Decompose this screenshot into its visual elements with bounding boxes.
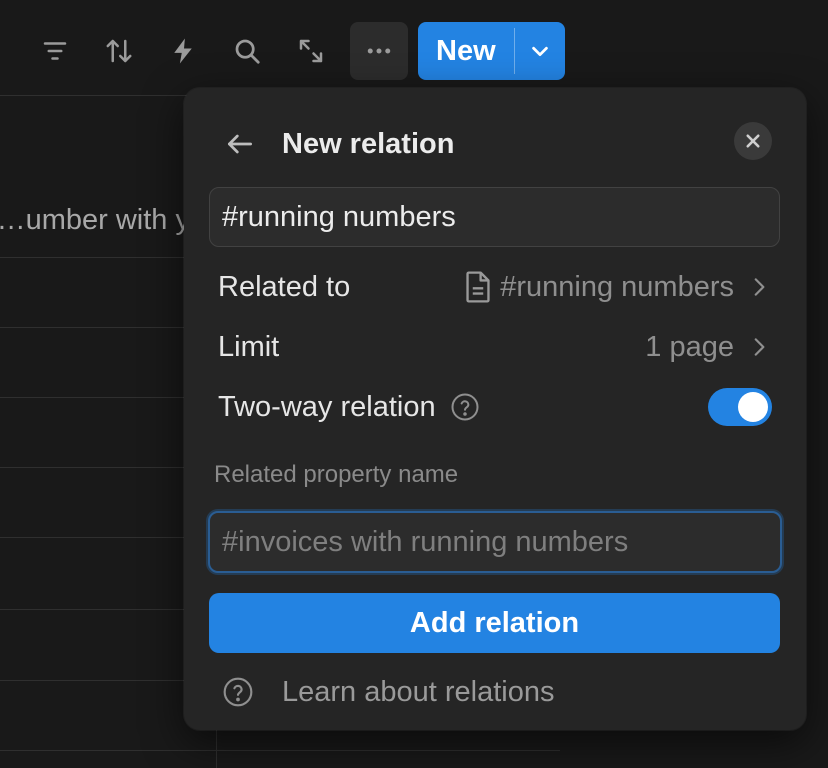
chevron-down-icon: [531, 46, 548, 57]
close-button[interactable]: [734, 122, 772, 160]
new-dropdown-button[interactable]: [515, 22, 565, 80]
add-relation-button[interactable]: Add relation: [209, 593, 780, 653]
more-icon: [367, 48, 391, 54]
table-row-divider: [0, 537, 190, 538]
limit-row[interactable]: Limit 1 page: [218, 325, 772, 369]
toggle-knob: [738, 392, 768, 422]
two-way-relation-toggle[interactable]: [708, 388, 772, 426]
related-to-label: Related to: [218, 270, 351, 303]
more-options-button[interactable]: [350, 22, 408, 80]
new-button-group: New: [418, 22, 565, 80]
learn-about-relations-text: Learn about relations: [282, 675, 555, 708]
popover-title: New relation: [282, 127, 455, 160]
expand-icon[interactable]: [286, 26, 336, 76]
new-button[interactable]: New: [418, 22, 514, 80]
page-icon: [466, 271, 490, 303]
help-question-icon: [223, 677, 253, 707]
table-row-divider: [0, 680, 190, 681]
related-property-name-input[interactable]: [208, 511, 782, 573]
table-row-divider: [0, 327, 190, 328]
sort-icon[interactable]: [94, 26, 144, 76]
table-row-divider: [0, 95, 190, 96]
table-row-divider: [0, 257, 190, 258]
related-database-name: #running numbers: [500, 270, 734, 303]
app-window: umber with y… New: [0, 0, 828, 768]
help-question-icon[interactable]: [450, 392, 480, 422]
search-icon[interactable]: [222, 26, 272, 76]
table-row-divider: [0, 467, 190, 468]
table-row-divider: [0, 609, 190, 610]
new-relation-popover: New relation Related to #running numbers…: [184, 88, 806, 730]
database-toolbar: New: [30, 22, 565, 80]
limit-value: 1 page: [645, 331, 772, 364]
back-arrow-icon[interactable]: [220, 124, 260, 164]
two-way-relation-label-wrap: Two-way relation: [218, 391, 708, 424]
related-property-name-label: Related property name: [214, 461, 459, 488]
table-cell-text[interactable]: umber with y…: [0, 204, 190, 237]
chevron-right-icon: [754, 338, 765, 356]
chevron-right-icon: [754, 278, 765, 296]
limit-label: Limit: [218, 330, 280, 363]
related-to-row[interactable]: Related to #running numbers: [218, 265, 772, 309]
filter-icon[interactable]: [30, 26, 80, 76]
learn-about-relations-link[interactable]: Learn about relations: [222, 672, 554, 712]
relation-name-input[interactable]: [209, 187, 780, 247]
two-way-relation-row: Two-way relation: [218, 385, 772, 429]
limit-value-text: 1 page: [645, 330, 734, 363]
table-row-divider: [0, 750, 560, 751]
close-icon: [746, 134, 760, 148]
related-to-value: #running numbers: [462, 270, 772, 304]
table-row-divider: [0, 397, 190, 398]
table-column-divider: [216, 730, 217, 768]
automation-bolt-icon[interactable]: [158, 26, 208, 76]
two-way-relation-label: Two-way relation: [218, 390, 436, 423]
popover-header: New relation: [220, 124, 454, 164]
